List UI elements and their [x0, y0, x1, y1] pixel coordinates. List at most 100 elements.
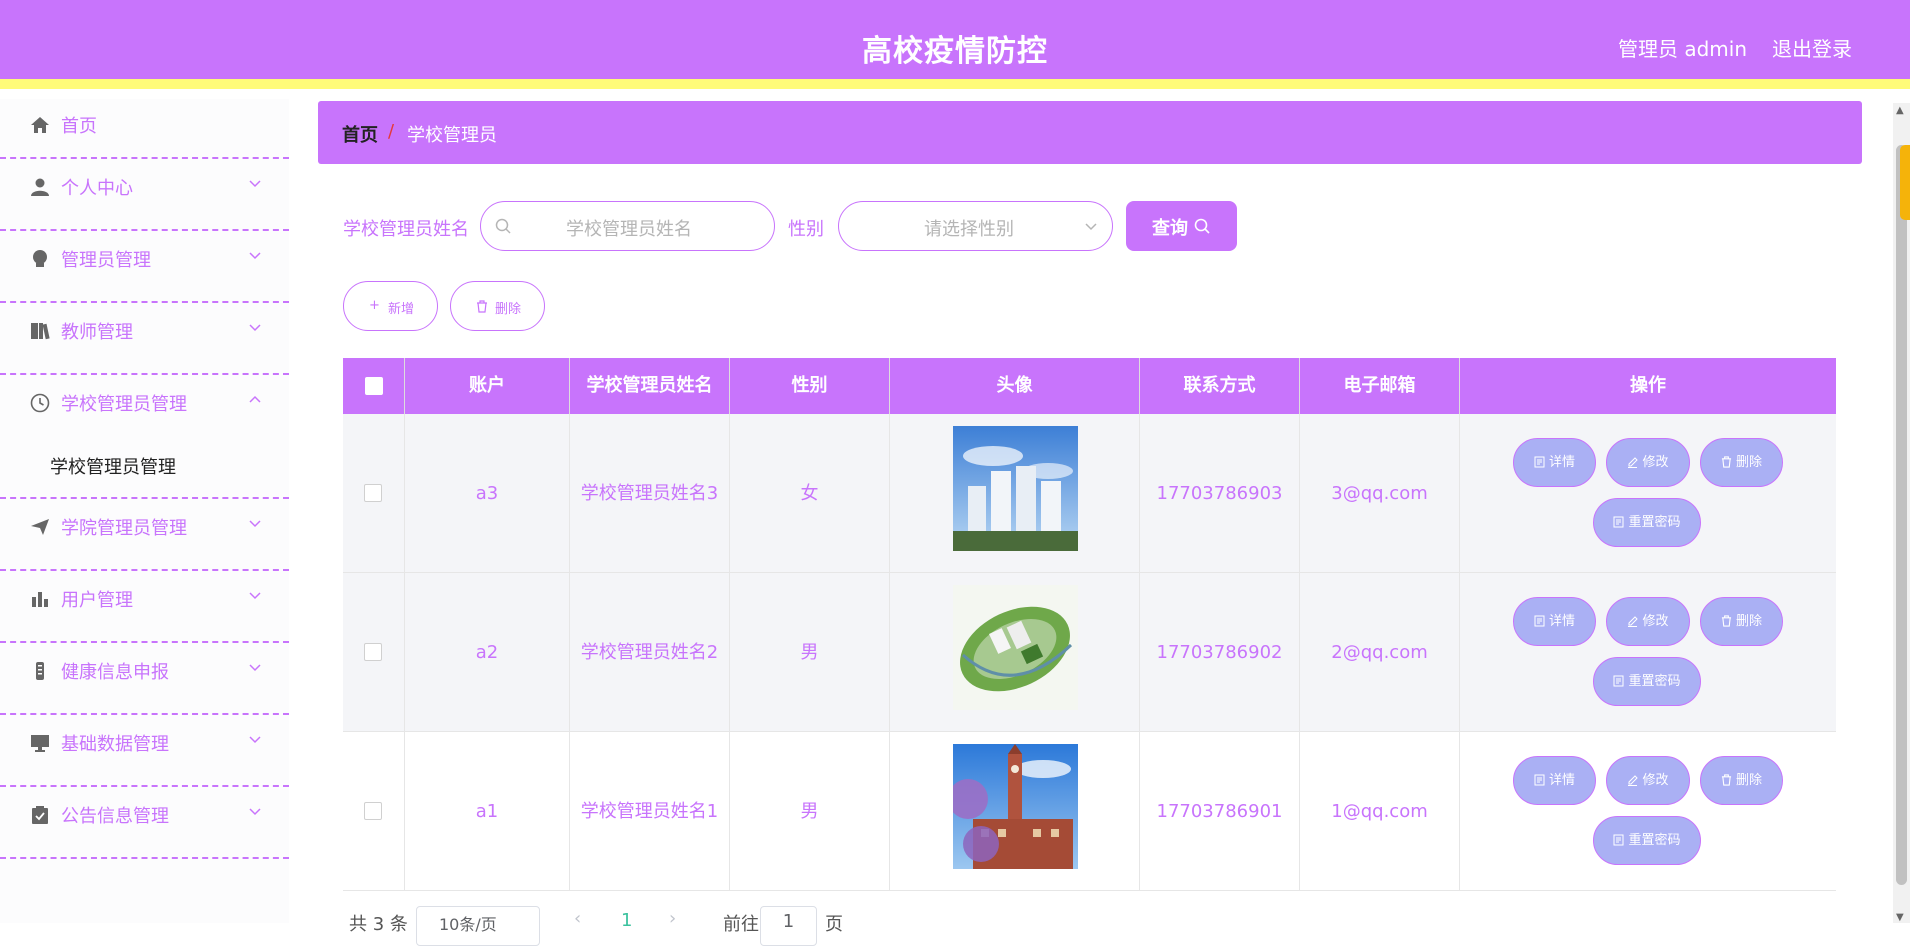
query-button[interactable]: 查询 — [1126, 201, 1237, 251]
sidebar-item-label: 管理员管理 — [61, 250, 151, 271]
col-header-avatar: 头像 — [890, 358, 1140, 414]
col-header-actions: 操作 — [1630, 375, 1666, 396]
page-scrollbar[interactable]: ▲ ▼ — [1893, 103, 1910, 923]
microphone-icon — [36, 662, 44, 680]
sidebar-item-base-data[interactable]: 基础数据管理 — [0, 715, 289, 787]
reset-password-label: 重置密码 — [1628, 674, 1681, 689]
chevron-down-icon — [249, 520, 261, 528]
detail-button[interactable]: 详情 — [1513, 756, 1596, 805]
scrollbar-thumb[interactable] — [1896, 145, 1907, 885]
sidebar-item-teacher-mgmt[interactable]: 教师管理 — [0, 303, 289, 375]
pagination-total: 共 3 条 — [349, 914, 408, 935]
goto-page-input[interactable]: 1 — [760, 906, 817, 946]
document-icon — [1534, 456, 1545, 468]
page-size-select[interactable]: 10条/页 — [416, 906, 540, 946]
batch-delete-button[interactable]: 删除 — [450, 281, 545, 331]
reset-password-button[interactable]: 重置密码 — [1593, 498, 1701, 547]
chevron-down-icon — [249, 180, 261, 188]
cell-gender: 男 — [730, 573, 890, 732]
delete-button-label: 删除 — [1735, 614, 1762, 629]
sidebar-item-college-admin-mgmt[interactable]: 学院管理员管理 — [0, 499, 289, 571]
sidebar-item-notice-mgmt[interactable]: 公告信息管理 — [0, 787, 289, 859]
table-row: a2 学校管理员姓名2 男 17703786902 2@qq.com 详情 修改… — [343, 573, 1836, 732]
sidebar-subitem-label: 学校管理员管理 — [50, 457, 176, 478]
avatar-image[interactable] — [953, 426, 1078, 551]
clock-icon — [30, 393, 50, 413]
delete-button[interactable]: 删除 — [1700, 597, 1783, 646]
sidebar-item-user-mgmt[interactable]: 用户管理 — [0, 571, 289, 643]
delete-button[interactable]: 删除 — [1700, 438, 1783, 487]
col-header-phone: 联系方式 — [1140, 358, 1300, 414]
sidebar-item-label: 健康信息申报 — [61, 662, 169, 683]
row-select-cell — [343, 732, 405, 891]
add-button[interactable]: + 新增 — [343, 281, 438, 331]
delete-button-label: 删除 — [1735, 773, 1762, 788]
search-icon — [1194, 218, 1210, 234]
page-size-label: 10条/页 — [439, 915, 497, 934]
prev-page-icon[interactable]: ‹ — [574, 908, 581, 929]
page-unit-label: 页 — [825, 914, 843, 935]
scroll-accent-tab — [1900, 145, 1910, 220]
breadcrumb-separator: / — [388, 121, 395, 142]
edit-icon — [1628, 775, 1639, 786]
edit-button-label: 修改 — [1642, 773, 1669, 788]
sidebar-item-personal[interactable]: 个人中心 — [0, 159, 289, 231]
detail-button[interactable]: 详情 — [1513, 597, 1596, 646]
edit-button[interactable]: 修改 — [1606, 597, 1690, 646]
reset-password-button[interactable]: 重置密码 — [1593, 816, 1701, 865]
bar-chart-icon — [32, 592, 48, 607]
next-page-icon[interactable]: › — [669, 908, 676, 929]
sidebar-item-admin-mgmt[interactable]: 管理员管理 — [0, 231, 289, 303]
breadcrumb-current: 学校管理员 — [407, 125, 497, 146]
breadcrumb-home[interactable]: 首页 — [342, 121, 378, 147]
edit-button[interactable]: 修改 — [1606, 438, 1690, 487]
row-checkbox[interactable] — [364, 643, 382, 661]
goto-label: 前往 — [723, 914, 759, 935]
reset-password-button[interactable]: 重置密码 — [1593, 657, 1701, 706]
gender-select[interactable]: 请选择性别 — [838, 201, 1113, 251]
send-icon — [31, 519, 49, 535]
book-icon — [31, 323, 50, 340]
row-select-cell — [343, 414, 405, 573]
add-button-label: 新增 — [388, 302, 415, 317]
page-number[interactable]: 1 — [621, 910, 632, 931]
detail-button-label: 详情 — [1548, 614, 1575, 629]
sidebar-item-health-report[interactable]: 健康信息申报 — [0, 643, 289, 715]
top-header: 高校疫情防控 管理员 admin 退出登录 — [0, 0, 1910, 89]
scroll-up-icon[interactable]: ▲ — [1896, 105, 1904, 116]
search-icon — [495, 218, 511, 234]
name-search-label: 学校管理员姓名 — [343, 219, 469, 240]
sidebar-item-home[interactable]: 首页 — [0, 99, 289, 159]
sidebar: 首页 个人中心 管理员管理 教师管理 学校管理员管理 学校管理员管理 学院管理员… — [0, 99, 289, 923]
sidebar-subitem-school-admin[interactable]: 学校管理员管理 — [0, 437, 289, 499]
edit-button[interactable]: 修改 — [1606, 756, 1690, 805]
row-checkbox[interactable] — [364, 484, 382, 502]
table-header: 账户 学校管理员姓名 性别 头像 联系方式 电子邮箱 操作 — [343, 358, 1836, 414]
trash-icon — [477, 300, 487, 313]
sidebar-item-school-admin-mgmt[interactable]: 学校管理员管理 — [0, 375, 289, 437]
clipboard-icon — [32, 806, 48, 824]
admin-user-label[interactable]: 管理员 admin — [1618, 33, 1747, 62]
scroll-down-icon[interactable]: ▼ — [1896, 912, 1904, 923]
avatar-image[interactable] — [953, 744, 1078, 869]
cell-email: 1@qq.com — [1300, 732, 1460, 891]
cell-email: 2@qq.com — [1300, 573, 1460, 732]
sidebar-item-label: 学院管理员管理 — [61, 518, 187, 539]
avatar-image[interactable] — [953, 585, 1078, 710]
detail-button[interactable]: 详情 — [1513, 438, 1596, 487]
monitor-icon — [31, 735, 49, 752]
name-search-input[interactable]: 学校管理员姓名 — [480, 201, 775, 251]
cell-email: 3@qq.com — [1300, 414, 1460, 573]
edit-button-label: 修改 — [1642, 455, 1669, 470]
bulb-icon — [33, 250, 47, 267]
query-button-label: 查询 — [1152, 218, 1188, 239]
row-checkbox[interactable] — [364, 802, 382, 820]
cell-gender: 女 — [730, 414, 890, 573]
edit-icon — [1628, 457, 1639, 468]
chevron-down-icon — [249, 664, 261, 672]
logout-button[interactable]: 退出登录 — [1772, 33, 1852, 62]
detail-button-label: 详情 — [1548, 773, 1575, 788]
select-all-checkbox[interactable] — [365, 377, 383, 395]
delete-button[interactable]: 删除 — [1700, 756, 1783, 805]
detail-button-label: 详情 — [1548, 455, 1575, 470]
